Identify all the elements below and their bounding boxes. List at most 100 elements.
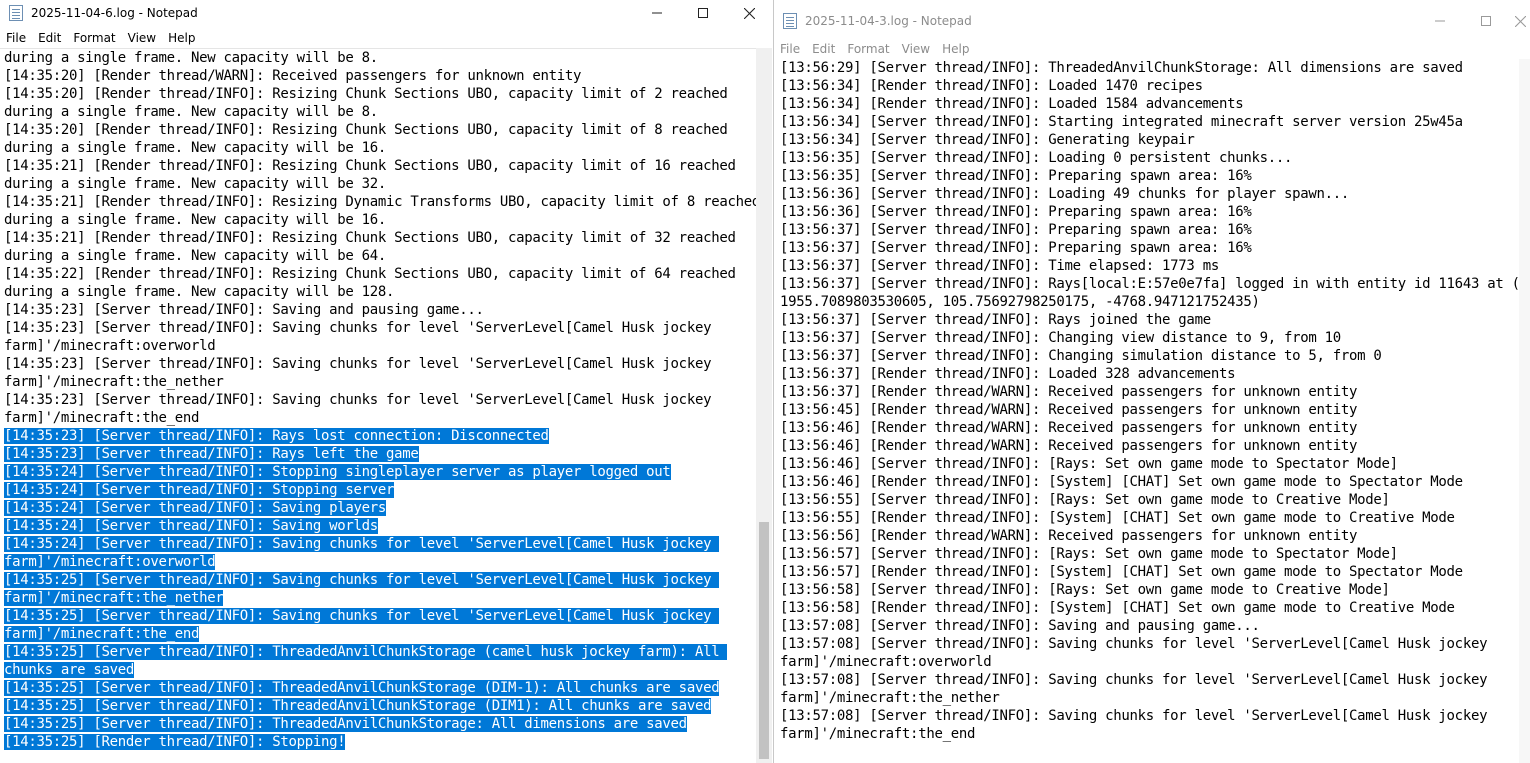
menu-format[interactable]: Format — [67, 31, 121, 45]
log-line: farm]'/minecraft:overworld — [0, 553, 756, 571]
log-line: [13:56:37] [Server thread/INFO]: Prepari… — [780, 222, 1252, 238]
log-line: [14:35:25] [Server thread/INFO]: Threade… — [0, 715, 756, 733]
log-line-text: farm]'/minecraft:the_nether — [4, 374, 224, 390]
log-line: [14:35:24] [Server thread/INFO]: Saving … — [0, 517, 756, 535]
log-line: [14:35:24] [Server thread/INFO]: Saving … — [0, 499, 756, 517]
window-title: 2025-11-04-6.log - Notepad — [31, 6, 198, 20]
log-line: [14:35:23] [Server thread/INFO]: Rays lo… — [0, 427, 756, 445]
log-line-text: [14:35:25] [Server thread/INFO]: Threade… — [4, 716, 687, 732]
log-line: [14:35:25] [Server thread/INFO]: Threade… — [0, 679, 756, 697]
log-line: [13:56:55] [Server thread/INFO]: [Rays: … — [780, 492, 1390, 508]
menu-view[interactable]: View — [122, 31, 162, 45]
log-line: [14:35:23] [Server thread/INFO]: Rays le… — [0, 445, 756, 463]
log-line: [13:56:34] [Render thread/INFO]: Loaded … — [780, 78, 1203, 94]
log-line-text: [14:35:23] [Server thread/INFO]: Saving … — [4, 392, 712, 408]
log-line: [13:57:08] [Server thread/INFO]: Saving … — [780, 672, 1488, 688]
notepad-icon — [783, 13, 797, 29]
log-line: [13:56:37] [Server thread/INFO]: Prepari… — [780, 240, 1252, 256]
vertical-scrollbar[interactable] — [756, 48, 772, 763]
menu-file[interactable]: File — [774, 42, 806, 56]
log-line-text: [14:35:24] [Server thread/INFO]: Saving … — [4, 536, 720, 552]
log-line: [14:35:20] [Render thread/WARN]: Receive… — [0, 67, 756, 85]
log-line-text: during a single frame. New capacity will… — [4, 212, 387, 228]
log-line: [13:56:34] [Render thread/INFO]: Loaded … — [780, 96, 1244, 112]
log-line-text: chunks are saved — [4, 662, 135, 678]
log-line-text: farm]'/minecraft:the_nether — [4, 590, 224, 606]
notepad-window-right[interactable]: 2025-11-04-3.log - Notepad File Edit For… — [773, 0, 1530, 763]
log-line: [14:35:23] [Server thread/INFO]: Saving … — [0, 301, 756, 319]
log-line: farm]'/minecraft:the_end — [780, 726, 976, 742]
log-line: during a single frame. New capacity will… — [0, 175, 756, 193]
scrollbar-thumb[interactable] — [759, 522, 769, 759]
menu-help[interactable]: Help — [936, 42, 975, 56]
log-line-text: farm]'/minecraft:overworld — [4, 554, 216, 570]
log-line: [13:56:58] [Render thread/INFO]: [System… — [780, 600, 1455, 616]
menu-view[interactable]: View — [896, 42, 936, 56]
menu-format[interactable]: Format — [841, 42, 895, 56]
log-line: [14:35:23] [Server thread/INFO]: Saving … — [0, 391, 756, 409]
log-line: farm]'/minecraft:the_end — [0, 625, 756, 643]
log-line-text: [14:35:20] [Render thread/INFO]: Resizin… — [4, 86, 728, 102]
log-line: [14:35:24] [Server thread/INFO]: Stoppin… — [0, 481, 756, 499]
log-line: [13:57:08] [Server thread/INFO]: Saving … — [780, 636, 1488, 652]
close-button[interactable] — [726, 0, 772, 26]
log-line: [14:35:23] [Server thread/INFO]: Saving … — [0, 319, 756, 337]
log-line: [13:56:37] [Render thread/WARN]: Receive… — [780, 384, 1358, 400]
maximize-icon — [698, 8, 708, 18]
log-line-text: [14:35:24] [Server thread/INFO]: Saving … — [4, 500, 387, 516]
log-line: during a single frame. New capacity will… — [0, 283, 756, 301]
log-line: [14:35:22] [Render thread/INFO]: Resizin… — [0, 265, 756, 283]
log-line: farm]'/minecraft:the_nether — [0, 373, 756, 391]
log-line: [13:56:35] [Server thread/INFO]: Loading… — [780, 150, 1293, 166]
log-line-text: farm]'/minecraft:the_end — [4, 626, 200, 642]
log-line: [13:56:37] [Render thread/INFO]: Loaded … — [780, 366, 1236, 382]
menu-help[interactable]: Help — [162, 31, 201, 45]
log-line-text: [14:35:23] [Server thread/INFO]: Rays lo… — [4, 428, 549, 444]
log-line: [14:35:25] [Render thread/INFO]: Stoppin… — [0, 733, 756, 751]
menu-file[interactable]: File — [0, 31, 32, 45]
log-line-text: [14:35:25] [Server thread/INFO]: Saving … — [4, 608, 720, 624]
log-line-text: [14:35:23] [Server thread/INFO]: Saving … — [4, 356, 712, 372]
log-line: [13:56:57] [Server thread/INFO]: [Rays: … — [780, 546, 1398, 562]
minimize-button[interactable] — [1417, 8, 1463, 34]
log-line: [14:35:23] [Server thread/INFO]: Saving … — [0, 355, 756, 373]
log-line: during a single frame. New capacity will… — [0, 103, 756, 121]
log-line: farm]'/minecraft:the_end — [0, 409, 756, 427]
log-line: [13:57:08] [Server thread/INFO]: Saving … — [780, 618, 1260, 634]
minimize-icon — [1435, 20, 1445, 22]
maximize-button[interactable] — [1463, 8, 1509, 34]
log-line: [13:56:46] [Render thread/WARN]: Receive… — [780, 438, 1358, 454]
title-bar[interactable]: 2025-11-04-3.log - Notepad — [774, 8, 1530, 34]
menu-bar: File Edit Format View Help — [774, 39, 1530, 58]
log-line: farm]'/minecraft:the_nether — [780, 690, 1000, 706]
log-line-text: [14:35:23] [Server thread/INFO]: Saving … — [4, 302, 484, 318]
log-line-text: [14:35:21] [Render thread/INFO]: Resizin… — [4, 158, 736, 174]
close-button[interactable] — [1509, 8, 1530, 34]
log-line: [13:56:37] [Server thread/INFO]: Changin… — [780, 330, 1341, 346]
minimize-button[interactable] — [634, 0, 680, 26]
log-line-text: [14:35:23] [Server thread/INFO]: Rays le… — [4, 446, 419, 462]
log-line-text: during a single frame. New capacity will… — [4, 104, 378, 120]
title-bar[interactable]: 2025-11-04-6.log - Notepad — [0, 0, 772, 26]
log-line: [14:35:21] [Render thread/INFO]: Resizin… — [0, 229, 756, 247]
log-line: [14:35:21] [Render thread/INFO]: Resizin… — [0, 193, 756, 211]
maximize-button[interactable] — [680, 0, 726, 26]
menu-edit[interactable]: Edit — [806, 42, 841, 56]
vertical-scrollbar[interactable] — [1519, 59, 1530, 763]
log-line: [13:56:37] [Server thread/INFO]: Changin… — [780, 348, 1382, 364]
menu-edit[interactable]: Edit — [32, 31, 67, 45]
text-editor[interactable]: during a single frame. New capacity will… — [0, 48, 756, 763]
log-line: [13:56:45] [Render thread/WARN]: Receive… — [780, 402, 1358, 418]
log-line: [13:56:36] [Server thread/INFO]: Prepari… — [780, 204, 1252, 220]
log-line: chunks are saved — [0, 661, 756, 679]
text-editor[interactable]: [13:56:29] [Server thread/INFO]: Threade… — [774, 59, 1519, 763]
notepad-window-left[interactable]: 2025-11-04-6.log - Notepad File Edit For… — [0, 0, 772, 763]
log-line-text: farm]'/minecraft:overworld — [4, 338, 216, 354]
log-line-text: during a single frame. New capacity will… — [4, 248, 387, 264]
maximize-icon — [1481, 16, 1491, 26]
log-line: farm]'/minecraft:overworld — [780, 654, 992, 670]
log-line: [13:56:29] [Server thread/INFO]: Threade… — [780, 60, 1463, 76]
log-line: [13:56:35] [Server thread/INFO]: Prepari… — [780, 168, 1252, 184]
log-line-text: during a single frame. New capacity will… — [4, 176, 387, 192]
log-line-text: [14:35:25] [Server thread/INFO]: Threade… — [4, 698, 712, 714]
